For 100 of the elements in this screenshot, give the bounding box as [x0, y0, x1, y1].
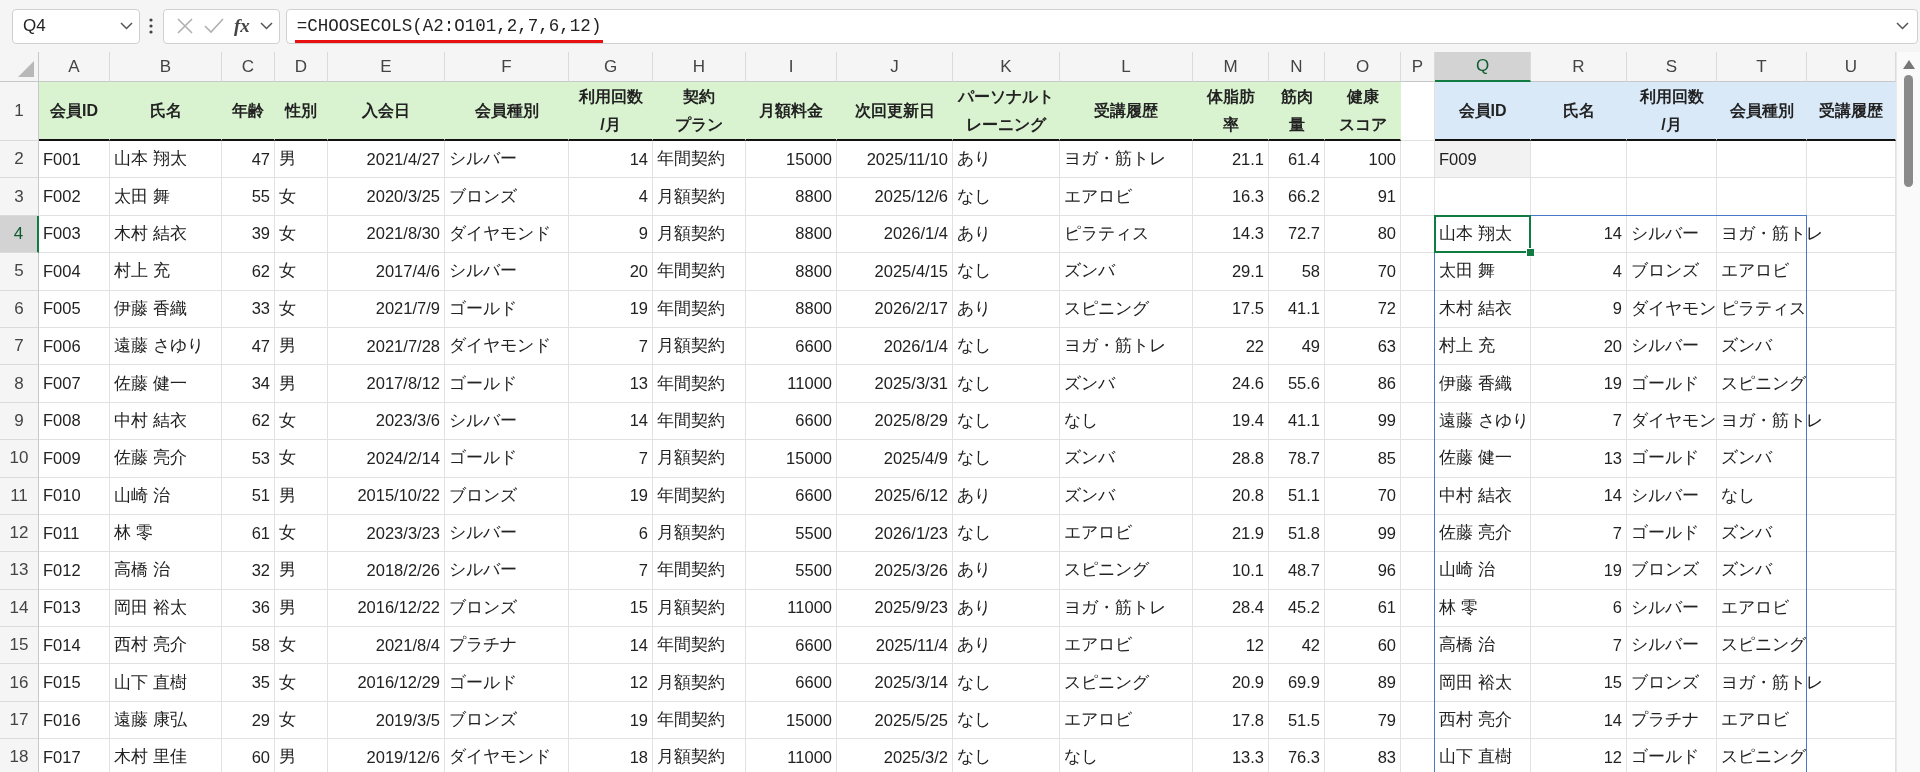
- field-heading: 次回更新日: [837, 82, 953, 141]
- check-icon[interactable]: [204, 18, 224, 34]
- row-number[interactable]: 13: [0, 552, 39, 590]
- row-number[interactable]: 2: [0, 141, 39, 179]
- field-heading: 利用回数: [578, 86, 643, 107]
- entry-text: 66.2: [1287, 187, 1320, 207]
- scroll-up-icon[interactable]: [1902, 60, 1915, 69]
- empty-cell[interactable]: [1627, 141, 1717, 179]
- column-letter[interactable]: K: [953, 52, 1060, 82]
- entry-text: エアロビ: [1721, 260, 1789, 282]
- entry-text: 村上 充: [1439, 335, 1495, 357]
- insert-function-button[interactable]: fx: [234, 15, 250, 37]
- row-number[interactable]: 5: [0, 253, 39, 291]
- scrollbar-thumb[interactable]: [1904, 75, 1913, 187]
- select-all-icon[interactable]: [18, 61, 34, 77]
- entry-text: なし: [957, 185, 991, 207]
- entry-text: 91: [1377, 187, 1396, 207]
- row-number[interactable]: 1: [0, 82, 39, 141]
- column-letter[interactable]: O: [1325, 52, 1401, 82]
- row-number[interactable]: 15: [0, 627, 39, 665]
- active-cell-frame[interactable]: [1434, 214, 1531, 254]
- entry-text: F012: [43, 561, 81, 580]
- entry-text: ダイヤモン: [1631, 297, 1716, 319]
- column-letter[interactable]: P: [1401, 52, 1435, 82]
- entry-text: 29.1: [1231, 261, 1264, 281]
- entry-text: ブロンズ: [1631, 559, 1699, 581]
- row-number[interactable]: 7: [0, 327, 39, 366]
- column-letter[interactable]: B: [110, 52, 222, 82]
- close-icon[interactable]: [176, 17, 194, 35]
- column-letter[interactable]: I: [746, 52, 837, 82]
- row-number[interactable]: 10: [0, 440, 39, 478]
- entry-text: 岡田 裕太: [114, 596, 187, 618]
- caret-icon[interactable]: [259, 22, 273, 30]
- column-letter[interactable]: A: [39, 52, 110, 82]
- empty-cell[interactable]: [1401, 178, 1435, 216]
- entry-text: なし: [1064, 409, 1098, 431]
- column-letter[interactable]: R: [1531, 52, 1627, 82]
- entry-text: 69.9: [1287, 673, 1320, 693]
- entry-text: 99: [1377, 411, 1396, 431]
- entry-text: 47: [251, 149, 270, 169]
- entry-text: 女: [279, 185, 296, 207]
- field-heading: プラン: [675, 114, 723, 135]
- column-letter[interactable]: S: [1627, 52, 1717, 82]
- column-letter[interactable]: H: [653, 52, 746, 82]
- column-letter[interactable]: T: [1717, 52, 1807, 82]
- row-number[interactable]: 14: [0, 589, 39, 628]
- entry-text: 西村 亮介: [114, 634, 187, 656]
- entry-text: 2025/3/2: [883, 747, 948, 767]
- field-heading: 氏名: [110, 82, 222, 141]
- column-letter[interactable]: N: [1269, 52, 1325, 82]
- more-icon[interactable]: [149, 17, 153, 35]
- entry-text: 岡田 裕太: [1439, 671, 1512, 693]
- entry-text: 8800: [795, 187, 832, 207]
- row-number[interactable]: 12: [0, 514, 39, 553]
- row-number[interactable]: 8: [0, 365, 39, 403]
- column-letter[interactable]: E: [328, 52, 445, 82]
- row-number[interactable]: 17: [0, 701, 39, 740]
- row-number[interactable]: 18: [0, 739, 39, 772]
- entry-text: シルバー: [1631, 596, 1699, 618]
- entry-text: 12: [629, 673, 648, 693]
- column-letter[interactable]: J: [837, 52, 953, 82]
- entry-text: 月額契約: [657, 596, 725, 618]
- entry-text: 61: [251, 523, 270, 543]
- expand-icon[interactable]: [1896, 22, 1909, 30]
- field-heading: 月額料金: [746, 82, 837, 141]
- entry-text: ヨガ・筋トレ: [1721, 671, 1823, 693]
- entry-text: スピニング: [1721, 372, 1806, 394]
- column-letter[interactable]: L: [1060, 52, 1193, 82]
- row-number[interactable]: 4: [0, 215, 39, 254]
- row-number[interactable]: 6: [0, 290, 39, 328]
- entry-text: 2026/1/4: [883, 336, 948, 356]
- entry-text: 2025/11/10: [866, 149, 948, 169]
- entry-text: 佐藤 健一: [114, 372, 187, 394]
- row-number[interactable]: 16: [0, 664, 39, 702]
- row-number[interactable]: 9: [0, 402, 39, 441]
- column-letter[interactable]: D: [275, 52, 328, 82]
- name-box-field[interactable]: Q4: [12, 8, 140, 44]
- column-letter[interactable]: U: [1807, 52, 1896, 82]
- row-number[interactable]: 3: [0, 178, 39, 216]
- field-heading: 体脂肪: [1206, 86, 1255, 107]
- empty-cell[interactable]: [1717, 141, 1807, 179]
- entry-text: 14: [629, 149, 648, 169]
- formula-field[interactable]: =CHOOSECOLS(A2:O101,2,7,6,12): [285, 8, 1918, 44]
- field-heading: 性別: [275, 82, 328, 141]
- entry-text: 月額契約: [657, 447, 725, 469]
- entry-text: ブロンズ: [449, 596, 517, 618]
- row-number[interactable]: 11: [0, 477, 39, 515]
- entry-text: 2025/4/15: [874, 261, 948, 281]
- caret-icon[interactable]: [120, 22, 133, 30]
- field-heading: 健康: [1346, 86, 1379, 107]
- column-letter[interactable]: M: [1193, 52, 1269, 82]
- highlighted-entry[interactable]: F009: [1435, 141, 1531, 179]
- column-letter[interactable]: G: [569, 52, 653, 82]
- entry-text: シルバー: [449, 409, 517, 431]
- column-letter[interactable]: C: [222, 52, 275, 82]
- column-letter[interactable]: Q: [1435, 52, 1531, 82]
- field-heading: /月: [1661, 114, 1682, 135]
- column-letter[interactable]: F: [445, 52, 569, 82]
- entry-text: F017: [43, 747, 81, 767]
- fill-handle[interactable]: [1526, 248, 1535, 258]
